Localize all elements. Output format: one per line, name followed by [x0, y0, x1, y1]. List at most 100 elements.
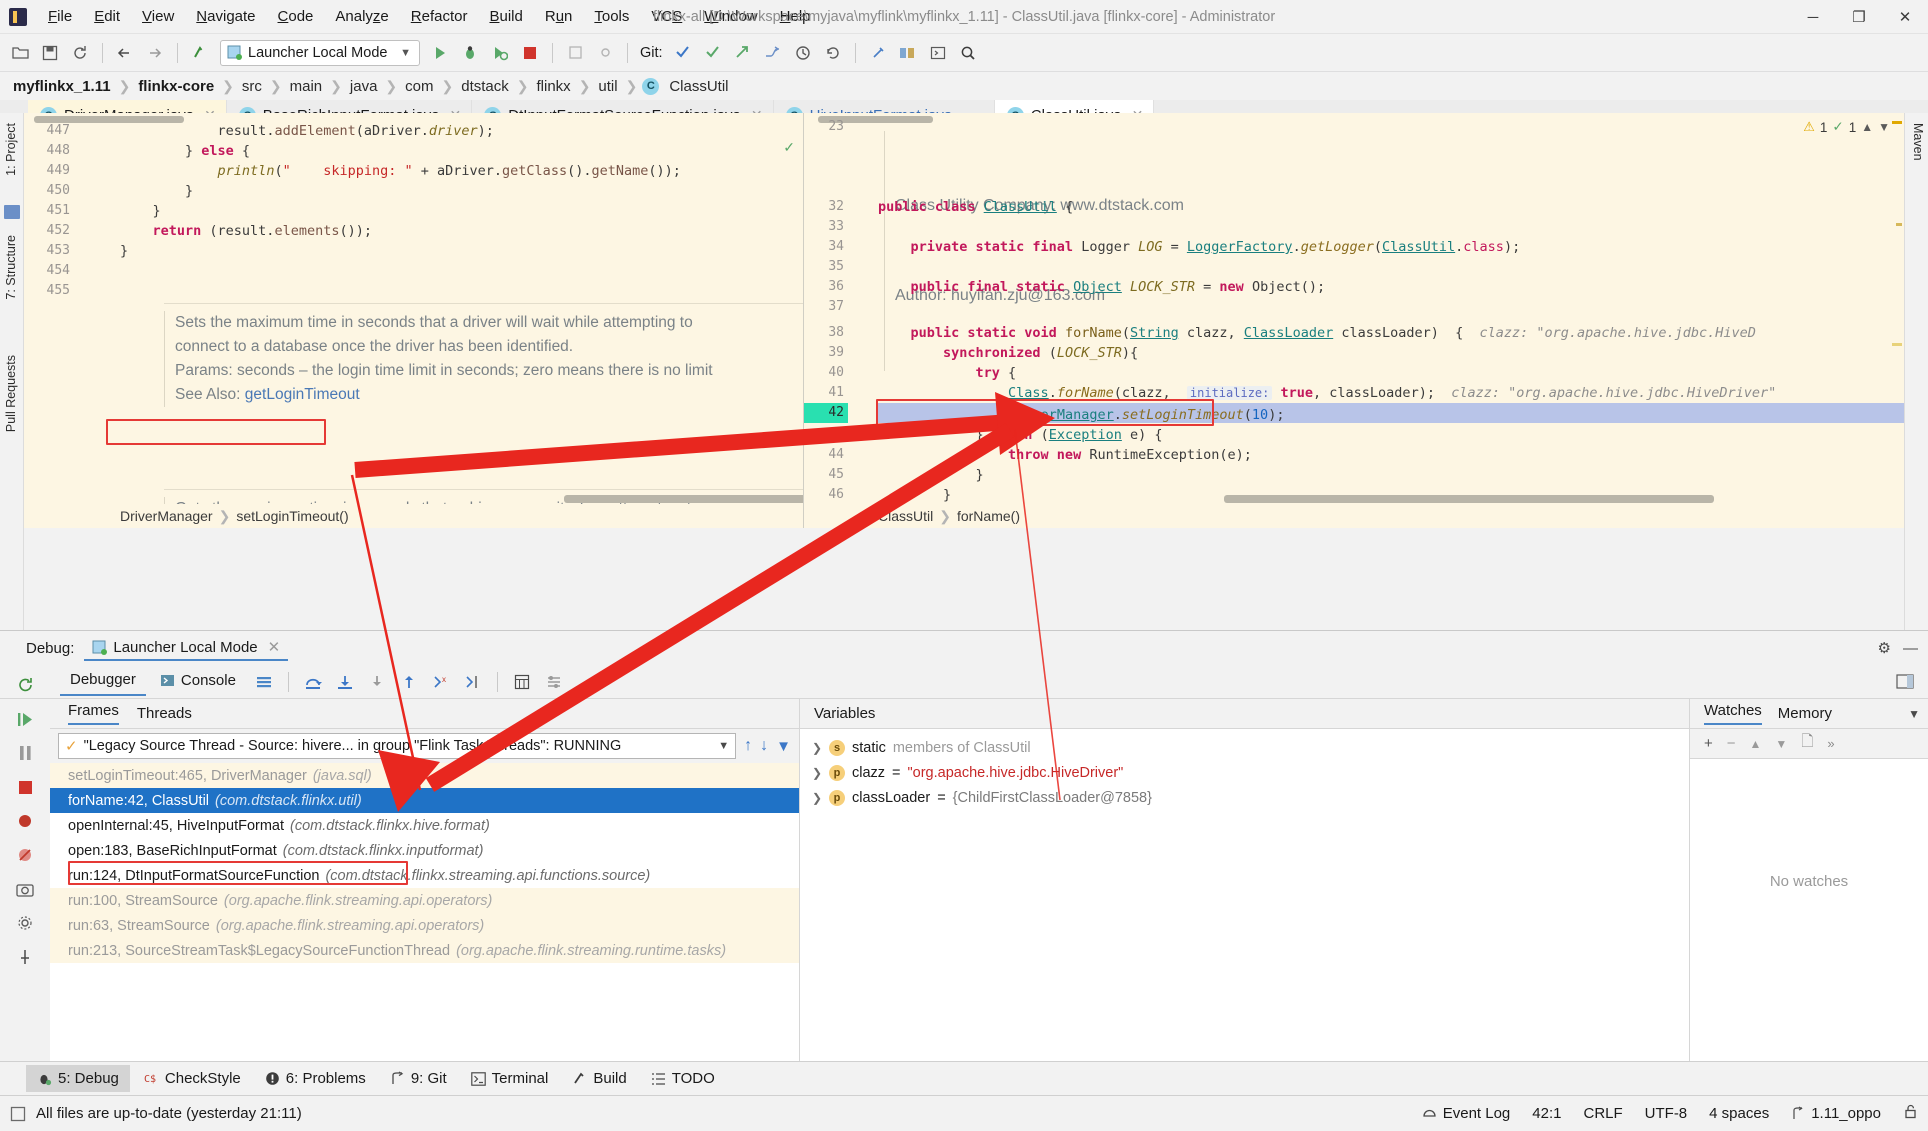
rerun-icon[interactable]: [11, 673, 39, 697]
variable-row[interactable]: ❯ p clazz = "org.apache.hive.jdbc.HiveDr…: [800, 760, 1689, 785]
frame-row-selected[interactable]: forName:42, ClassUtil (com.dtstack.flink…: [50, 788, 799, 813]
maximize-button[interactable]: ❐: [1836, 0, 1882, 34]
remove-watch-button[interactable]: −: [1727, 735, 1736, 752]
tab-threads[interactable]: Threads: [137, 705, 192, 722]
breadcrumb-class[interactable]: DriverManager: [120, 508, 213, 524]
sidebar-item-project[interactable]: 1: Project: [2, 119, 20, 180]
frame-row[interactable]: open:183, BaseRichInputFormat (com.dtsta…: [50, 838, 799, 863]
tool-button-build[interactable]: Build: [561, 1065, 637, 1092]
breadcrumb-item-1[interactable]: flinkx-core: [135, 78, 217, 95]
caret-position[interactable]: 42:1: [1532, 1105, 1561, 1122]
copy-icon[interactable]: 🗋: [1801, 731, 1813, 756]
debugger-toolbar[interactable]: Debugger Console x: [0, 665, 1928, 699]
editor-breadcrumb-right[interactable]: ClassUtil ❯ forName(): [804, 504, 1904, 528]
chevron-right-icon[interactable]: ❯: [812, 741, 822, 755]
console-toggle-icon[interactable]: [1896, 673, 1914, 690]
run-anything-icon[interactable]: [924, 39, 952, 67]
line-separator[interactable]: CRLF: [1583, 1105, 1622, 1122]
minimize-button[interactable]: ─: [1790, 0, 1836, 34]
exec-stripe[interactable]: [1892, 405, 1902, 409]
tool-button-git[interactable]: 9: Git: [379, 1065, 458, 1092]
pause-program-icon[interactable]: [11, 741, 39, 765]
frames-pane-tabs[interactable]: Frames Threads: [50, 699, 799, 729]
debug-toolbar-right[interactable]: [1896, 673, 1914, 690]
editor-drivermanager[interactable]: 447 result.addElement(aDriver.driver); 4…: [24, 113, 804, 528]
git-branch-widget[interactable]: 1.11_oppo: [1791, 1105, 1881, 1122]
frame-row[interactable]: openInternal:45, HiveInputFormat (com.dt…: [50, 813, 799, 838]
git-branch-icon[interactable]: [759, 39, 787, 67]
debug-session-tab[interactable]: Launcher Local Mode ✕: [84, 635, 289, 661]
sync-icon[interactable]: [66, 39, 94, 67]
settings-filter-icon[interactable]: [540, 668, 568, 696]
sidebar-item-maven[interactable]: Maven: [1909, 119, 1927, 165]
frame-row[interactable]: run:100, StreamSource (org.apache.flink.…: [50, 888, 799, 913]
chevron-down-icon[interactable]: ▼: [718, 740, 729, 752]
back-arrow-icon[interactable]: [111, 39, 139, 67]
filter-icon[interactable]: ▼: [776, 738, 791, 755]
watches-tabs[interactable]: Watches Memory ▼: [1690, 699, 1928, 729]
breadcrumb-item-0[interactable]: myflinkx_1.11: [10, 78, 114, 95]
menu-code[interactable]: Code: [267, 4, 325, 29]
evaluate-expression-icon[interactable]: [508, 668, 536, 696]
tool-button-todo[interactable]: TODO: [640, 1065, 726, 1092]
status-bar-right[interactable]: Event Log 42:1 CRLF UTF-8 4 spaces 1.11_…: [1422, 1104, 1918, 1123]
move-up-button[interactable]: ▲: [1750, 737, 1762, 751]
frame-row[interactable]: setLoginTimeout:465, DriverManager (java…: [50, 763, 799, 788]
history-icon[interactable]: [789, 39, 817, 67]
chevron-right-icon[interactable]: ❯: [812, 791, 822, 805]
stop-icon[interactable]: [11, 775, 39, 799]
pin-icon[interactable]: [11, 945, 39, 969]
frame-row[interactable]: run:213, SourceStreamTask$LegacySourceFu…: [50, 938, 799, 963]
variable-row[interactable]: ❯ s static members of ClassUtil: [800, 735, 1689, 760]
open-folder-icon[interactable]: [6, 39, 34, 67]
inspection-ok-icon[interactable]: ✓: [783, 139, 795, 156]
update-project-icon[interactable]: [561, 39, 589, 67]
editor-breadcrumb-left[interactable]: DriverManager ❯ setLoginTimeout(): [24, 504, 803, 528]
file-encoding[interactable]: UTF-8: [1645, 1105, 1688, 1122]
horizontal-scrollbar-left[interactable]: [564, 495, 803, 503]
resume-program-icon[interactable]: [11, 707, 39, 731]
run-with-coverage-button[interactable]: [486, 39, 514, 67]
breadcrumb-class[interactable]: ClassUtil: [878, 508, 933, 524]
menu-refactor[interactable]: Refactor: [400, 4, 479, 29]
step-into-icon[interactable]: [331, 668, 359, 696]
warning-stripe[interactable]: [1896, 223, 1902, 226]
commit-icon[interactable]: [591, 39, 619, 67]
git-commit-check-icon[interactable]: [699, 39, 727, 67]
breadcrumb-item-5[interactable]: com: [402, 78, 436, 95]
git-update-icon[interactable]: [669, 39, 697, 67]
menu-vcs[interactable]: VCS: [640, 4, 693, 29]
close-icon[interactable]: ✕: [268, 638, 281, 656]
sidebar-item-structure[interactable]: 7: Structure: [2, 231, 20, 304]
search-icon[interactable]: [954, 39, 982, 67]
menu-tools[interactable]: Tools: [583, 4, 640, 29]
lock-icon[interactable]: [1903, 1104, 1918, 1123]
view-breakpoints-icon[interactable]: [11, 809, 39, 833]
debug-button[interactable]: [456, 39, 484, 67]
close-button[interactable]: ✕: [1882, 0, 1928, 34]
watches-toolbar[interactable]: + − ▲ ▼ 🗋 »: [1690, 729, 1928, 759]
menu-edit[interactable]: Edit: [83, 4, 131, 29]
event-log-button[interactable]: Event Log: [1422, 1105, 1510, 1122]
error-stripe-column[interactable]: [1890, 113, 1904, 528]
tab-frames[interactable]: Frames: [68, 702, 119, 725]
tool-button-terminal[interactable]: Terminal: [460, 1065, 560, 1092]
step-over-icon[interactable]: [299, 668, 327, 696]
build-project-icon[interactable]: [186, 39, 214, 67]
more-button[interactable]: »: [1827, 736, 1834, 751]
run-button[interactable]: [426, 39, 454, 67]
code-content-right[interactable]: 23 Class Utility Company: www.dtstack.co…: [804, 113, 1904, 528]
menu-help[interactable]: Help: [769, 4, 822, 29]
frame-down-icon[interactable]: ↓: [760, 737, 768, 755]
menu-file[interactable]: File: [37, 4, 83, 29]
debug-side-actions[interactable]: [0, 665, 50, 1061]
menu-window[interactable]: Window: [693, 4, 768, 29]
variable-row[interactable]: ❯ p classLoader = {ChildFirstClassLoader…: [800, 785, 1689, 810]
menu-view[interactable]: View: [131, 4, 185, 29]
settings-icon[interactable]: [11, 911, 39, 935]
menu-navigate[interactable]: Navigate: [185, 4, 266, 29]
sidebar-item-pull-requests[interactable]: Pull Requests: [2, 351, 20, 436]
thread-selector[interactable]: ✓ "Legacy Source Thread - Source: hivere…: [58, 733, 737, 759]
breadcrumb-method[interactable]: setLoginTimeout(): [236, 508, 348, 524]
git-push-icon[interactable]: [729, 39, 757, 67]
